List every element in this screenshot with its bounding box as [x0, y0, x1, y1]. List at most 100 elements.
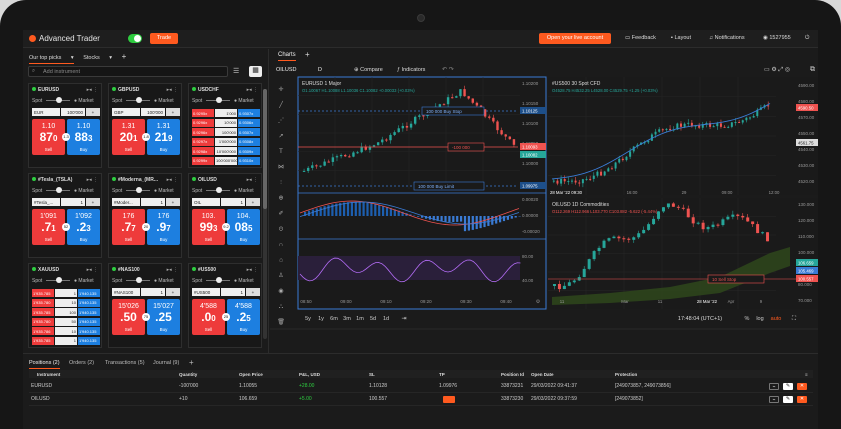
notifications-link[interactable]: ♫ Notifications: [709, 35, 745, 41]
instrument-card[interactable]: #Tesla_(TSLA) ▸◂ ⋮ Spot ● Market #Tesla_... 1…: [28, 173, 102, 258]
spot-market-slider[interactable]: Spot ● Market: [32, 187, 100, 194]
column-header[interactable]: Open Date: [531, 372, 554, 377]
card-menu-icon[interactable]: ▸◂ ⋮: [87, 267, 98, 273]
mode-toggle[interactable]: [128, 34, 142, 43]
card-menu-icon[interactable]: ▸◂ ⋮: [247, 87, 258, 93]
spot-market-slider[interactable]: Spot ● Market: [112, 277, 180, 284]
spot-market-slider[interactable]: Spot ● Market: [192, 97, 260, 104]
slider-knob[interactable]: [56, 97, 62, 103]
instrument-field[interactable]: #US500: [192, 288, 220, 296]
ladder-buy-price[interactable]: 1'940.135: [78, 317, 100, 326]
edit-icon[interactable]: ✎: [783, 396, 793, 403]
ladder-buy-price[interactable]: 0.9308x: [238, 137, 260, 146]
ladder-sell-price[interactable]: 0.9295x: [192, 109, 214, 117]
instrument-card[interactable]: OILUSD ▸◂ ⋮ Spot ● Market OIL 1 +103. 993 Sell 10…: [188, 173, 262, 258]
instrument-card[interactable]: XAUUSD ▸◂ ⋮ Spot ● Market 1'935.785 1 1'940.13…: [28, 263, 102, 348]
instrument-field[interactable]: #Moder...: [112, 198, 140, 206]
filter-icon[interactable]: ≡: [805, 372, 808, 377]
card-menu-icon[interactable]: ▸◂ ⋮: [167, 267, 178, 273]
ladder-buy-price[interactable]: 0.9310x: [238, 156, 260, 165]
card-menu-icon[interactable]: ▸◂ ⋮: [167, 177, 178, 183]
column-header[interactable]: Position Id: [501, 372, 524, 377]
slider-knob[interactable]: [216, 277, 222, 283]
charts-canvas[interactable]: OILUSD D ⊕ Compare ƒ Indicators ↶ ↷ ▭ ⚙ ⤢ ◎ ⧉ ✛…: [270, 61, 818, 353]
instrument-card[interactable]: USDCHF ▸◂ ⋮ Spot ● Market 0.9295x 1'000 0.9307…: [188, 83, 262, 168]
instrument-field[interactable]: #Tesla_...: [32, 198, 60, 206]
quantity-field[interactable]: 1: [221, 288, 245, 296]
instrument-field[interactable]: OIL: [192, 198, 220, 206]
scrollbar-thumb[interactable]: [263, 89, 267, 209]
ladder-sell-price[interactable]: 1'935.785: [32, 289, 54, 297]
quantity-field[interactable]: 1: [61, 198, 85, 206]
column-header[interactable]: Protection: [615, 372, 637, 377]
instrument-card[interactable]: GBPUSD ▸◂ ⋮ Spot ● Market GBP 100'000 +1.31 201…: [108, 83, 182, 168]
buy-button[interactable]: 1.10 883 Buy: [67, 119, 100, 155]
instrument-field[interactable]: EUR: [32, 108, 60, 116]
column-header[interactable]: SL: [369, 372, 375, 377]
ladder-buy-price[interactable]: 1'940.135: [78, 289, 100, 297]
column-header[interactable]: TP: [439, 372, 445, 377]
ladder-buy-price[interactable]: 0.9307x: [238, 128, 260, 136]
instrument-card[interactable]: #US500 ▸◂ ⋮ Spot ● Market #US500 1 +4'588.00 Se…: [188, 263, 262, 348]
ladder-sell-price[interactable]: 0.9296x: [192, 118, 214, 127]
spot-market-slider[interactable]: Spot ● Market: [112, 187, 180, 194]
slider-knob[interactable]: [136, 277, 142, 283]
ladder-buy-price[interactable]: 1'940.135: [78, 298, 100, 307]
chart-icon[interactable]: ⌁: [769, 383, 779, 390]
ladder-buy-price[interactable]: 1'940.135: [78, 336, 100, 345]
trade-button[interactable]: Trade: [150, 33, 178, 44]
quantity-stepper[interactable]: +: [166, 198, 180, 206]
ladder-sell-price[interactable]: 1'935.786: [32, 327, 54, 335]
slider-knob[interactable]: [136, 97, 142, 103]
ladder-buy-price[interactable]: 0.9307x: [238, 109, 260, 117]
card-menu-icon[interactable]: ▸◂ ⋮: [87, 87, 98, 93]
search-input[interactable]: ⌕ Add instrument: [28, 66, 228, 77]
close-position-button[interactable]: ✕: [797, 396, 807, 403]
quantity-stepper[interactable]: +: [86, 198, 100, 206]
buy-button[interactable]: 1'092.23 Buy: [67, 209, 100, 245]
power-icon[interactable]: ⏻: [805, 35, 809, 42]
quantity-field[interactable]: 100'000: [141, 108, 165, 116]
close-position-button[interactable]: ✕: [797, 383, 807, 390]
ladder-sell-price[interactable]: 0.9296x: [192, 128, 214, 136]
ladder-sell-price[interactable]: 1'935.785: [32, 308, 54, 316]
tab-charts[interactable]: Charts: [278, 52, 296, 61]
instrument-card[interactable]: #NAS100 ▸◂ ⋮ Spot ● Market #NAS100 1 +15'026.5…: [108, 263, 182, 348]
edit-icon[interactable]: ✎: [783, 383, 793, 390]
position-row[interactable]: OILUSD +10 106.659 +5.00 100.557 33873230 29/0…: [29, 394, 813, 406]
add-tab-button[interactable]: +: [189, 358, 194, 367]
instrument-field[interactable]: #NAS100: [112, 288, 140, 296]
quantity-stepper[interactable]: +: [166, 108, 180, 116]
sell-button[interactable]: 15'026.50 Sell: [112, 299, 145, 335]
buy-button[interactable]: 176.97 Buy: [147, 209, 180, 245]
slider-knob[interactable]: [56, 277, 62, 283]
buy-button[interactable]: 1.31 219 Buy: [147, 119, 180, 155]
quantity-stepper[interactable]: +: [86, 108, 100, 116]
card-menu-icon[interactable]: ▸◂ ⋮: [167, 87, 178, 93]
quantity-stepper[interactable]: +: [246, 198, 260, 206]
account-link[interactable]: ◉ 1527955: [763, 35, 791, 41]
chart-icon[interactable]: ⌁: [769, 396, 779, 403]
positions-tab[interactable]: Orders (2): [69, 360, 94, 366]
sell-button[interactable]: 1.31 201 Sell: [112, 119, 145, 155]
card-menu-icon[interactable]: ▸◂ ⋮: [87, 177, 98, 183]
column-header[interactable]: Open Price: [239, 372, 263, 377]
ladder-sell-price[interactable]: 0.9299x: [192, 156, 214, 165]
ladder-sell-price[interactable]: 1'935.780: [32, 298, 54, 307]
add-chart-button[interactable]: +: [305, 50, 310, 59]
instrument-card[interactable]: EURUSD ▸◂ ⋮ Spot ● Market EUR 100'000 +1.10 870…: [28, 83, 102, 168]
add-tp-button[interactable]: [443, 396, 455, 403]
slider-knob[interactable]: [56, 187, 62, 193]
ladder-buy-price[interactable]: 1'940.135: [78, 327, 100, 335]
sell-button[interactable]: 1.10 870 Sell: [32, 119, 65, 155]
sell-button[interactable]: 103. 993 Sell: [192, 209, 225, 245]
instrument-field[interactable]: GBP: [112, 108, 140, 116]
column-header[interactable]: P&L, USD: [299, 372, 320, 377]
open-live-account-button[interactable]: Open your live account: [539, 33, 611, 44]
position-row[interactable]: EURUSD -100'000 1.10055 +28.00 1.10128 1.0997…: [29, 381, 813, 393]
column-header[interactable]: Instrument: [37, 372, 60, 377]
slider-knob[interactable]: [136, 187, 142, 193]
ladder-buy-price[interactable]: 0.9309x: [238, 147, 260, 155]
tab-our-top-picks[interactable]: Our top picks ▾: [29, 55, 74, 64]
card-menu-icon[interactable]: ▸◂ ⋮: [247, 267, 258, 273]
